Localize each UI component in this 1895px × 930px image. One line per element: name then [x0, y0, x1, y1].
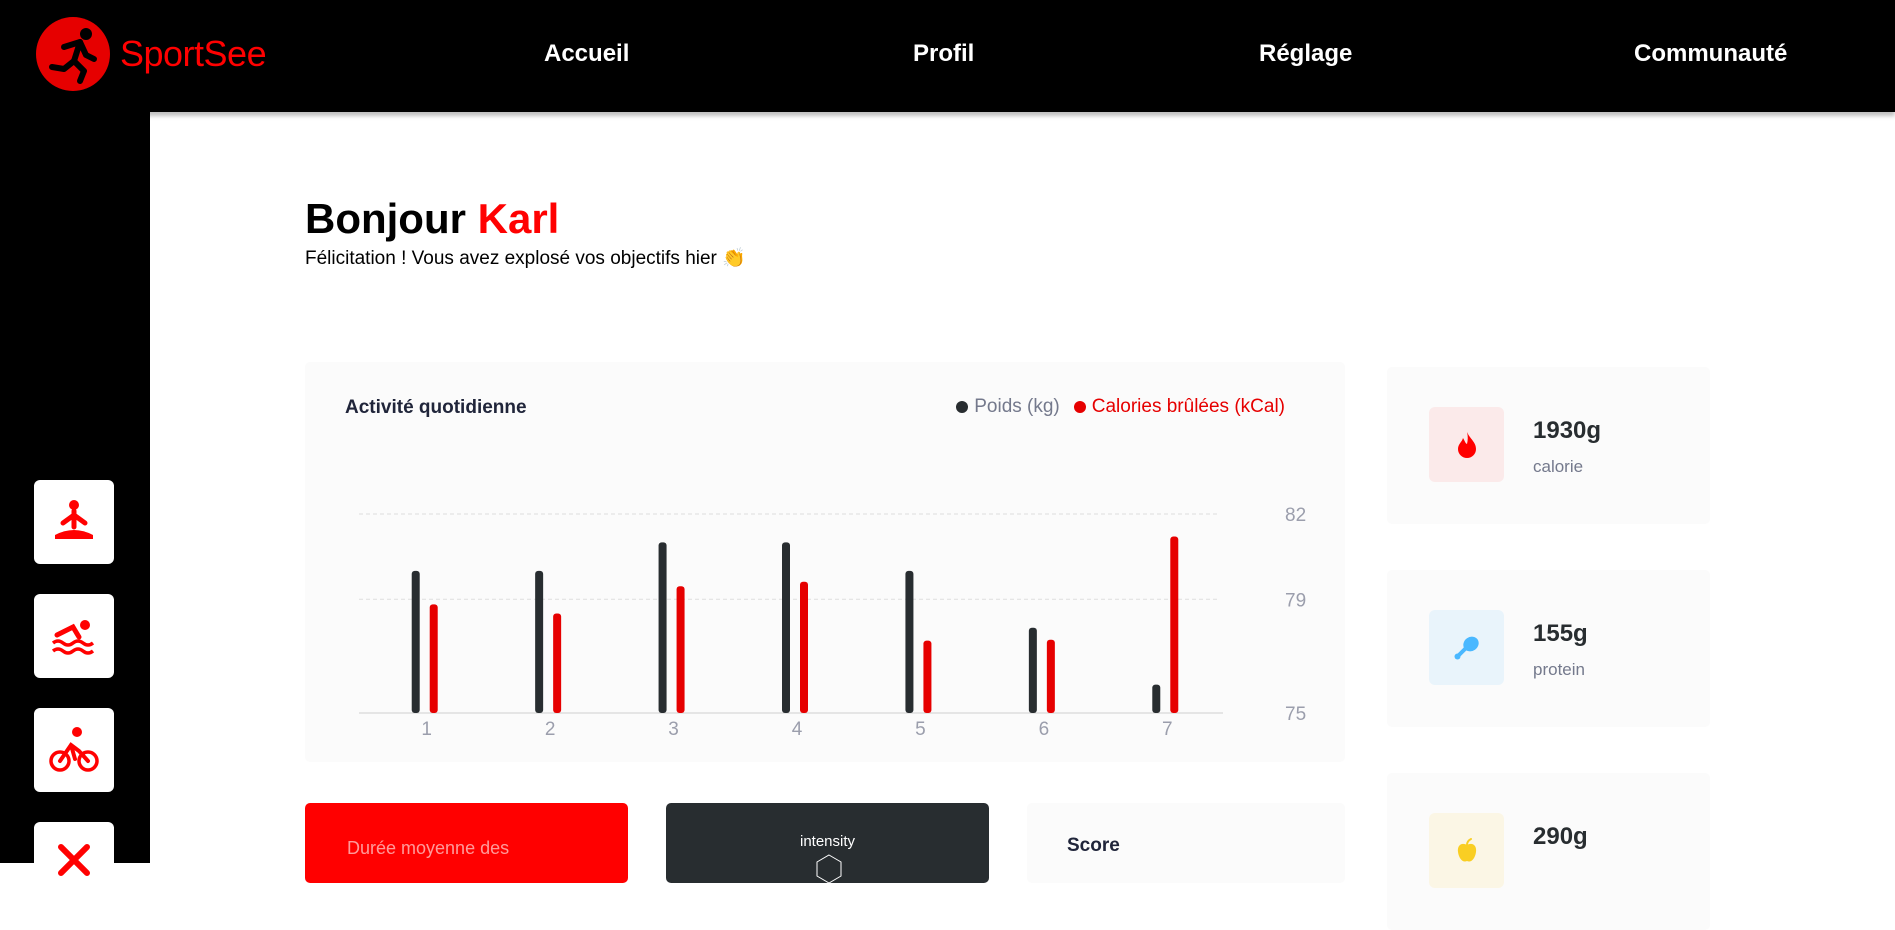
sidebar-item-weightlifting[interactable] [34, 822, 114, 906]
congratulation-message: Félicitation ! Vous avez explosé vos obj… [305, 248, 746, 269]
app-logo[interactable]: SportSee [36, 17, 267, 91]
sidebar [0, 112, 150, 906]
top-navigation: SportSee Accueil Profil Réglage Communau… [0, 0, 1895, 112]
greeting-hello: Bonjour [305, 195, 466, 242]
key-data-value: 155g [1533, 620, 1588, 647]
score-card: Score [1027, 803, 1345, 883]
calories-bar [923, 640, 932, 713]
chicken-icon [1454, 636, 1479, 659]
key-data-carbs: 290g [1387, 773, 1710, 930]
weight-bar [658, 542, 667, 713]
weightlifting-icon [58, 844, 90, 876]
x-tick-label: 4 [792, 719, 803, 740]
calories-bar [676, 586, 685, 713]
weight-bar [782, 542, 790, 713]
duration-card-title: Durée moyenne des [347, 838, 510, 858]
key-data-label: calorie [1533, 457, 1584, 476]
score-title: Score [1067, 835, 1120, 856]
daily-activity-chart: Activité quotidienne Poids (kg) Calories… [305, 362, 1345, 762]
y-tick-label: 75 [1285, 704, 1306, 725]
nav-settings[interactable]: Réglage [1259, 40, 1352, 68]
radar-grid [816, 854, 842, 883]
key-data-value: 1930g [1533, 417, 1602, 444]
nav-profile[interactable]: Profil [913, 40, 974, 68]
weight-bar [1152, 684, 1161, 713]
x-tick-label: 6 [1039, 719, 1050, 740]
y-tick-label: 79 [1285, 590, 1306, 611]
key-icon-box [1429, 610, 1504, 685]
cycling-icon [49, 727, 99, 772]
nav-community[interactable]: Communauté [1634, 40, 1787, 68]
key-data-label: protein [1533, 660, 1585, 679]
app-name: SportSee [120, 33, 267, 74]
x-tick-label: 7 [1162, 719, 1173, 740]
x-tick-label: 1 [421, 719, 432, 740]
x-tick-label: 2 [545, 719, 556, 740]
weight-bar [905, 570, 914, 713]
key-data-protein: 155g protein [1387, 570, 1710, 727]
fire-icon [1457, 431, 1476, 458]
calories-bar [800, 581, 808, 713]
key-icon-box [1429, 813, 1504, 888]
activity-bars: 75 79 82 1 2 3 4 5 6 7 [359, 505, 1306, 740]
intensity-label: intensity [799, 833, 856, 850]
calories-bar [1046, 639, 1055, 713]
runner-logo-icon [36, 17, 110, 91]
intensity-radar-card: intensity [666, 803, 989, 883]
key-icon-box [1429, 407, 1504, 482]
average-session-duration-card: Durée moyenne des [305, 803, 628, 883]
user-first-name: Karl [477, 195, 560, 242]
calories-bar [553, 613, 562, 713]
x-tick-label: 3 [668, 719, 679, 740]
sidebar-item-swimming[interactable] [34, 594, 114, 678]
swimming-icon [51, 620, 95, 655]
weight-bar [535, 570, 544, 713]
sidebar-item-yoga[interactable] [34, 480, 114, 564]
nav-home[interactable]: Accueil [544, 40, 629, 68]
weight-bar [411, 570, 420, 713]
sidebar-item-cycling[interactable] [34, 708, 114, 792]
key-data-calorie: 1930g calorie [1387, 367, 1710, 524]
calories-bar [1170, 536, 1179, 713]
page-title: Bonjour Karl [305, 195, 559, 243]
key-data-value: 290g [1533, 823, 1588, 850]
x-tick-label: 5 [915, 719, 926, 740]
y-tick-label: 82 [1285, 505, 1306, 526]
weight-bar [1028, 627, 1037, 713]
yoga-icon [55, 500, 93, 539]
calories-bar [429, 604, 438, 713]
apple-icon [1457, 837, 1476, 862]
